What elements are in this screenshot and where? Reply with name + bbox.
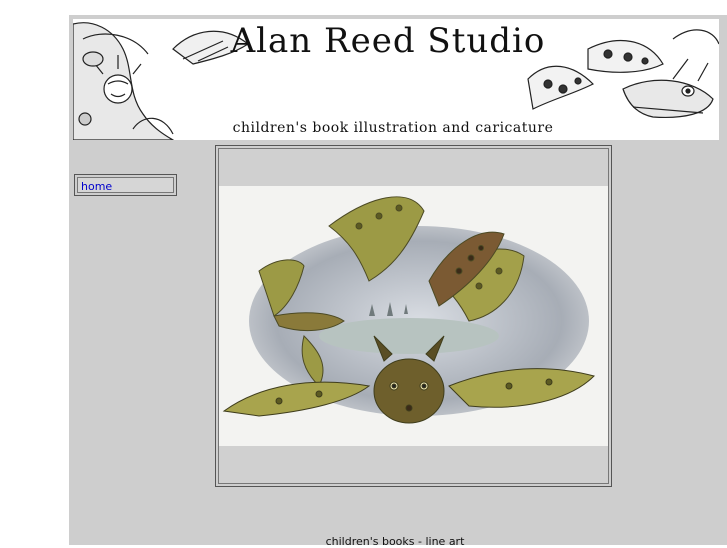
site-banner: Alan Reed Studio children's book illustr… [73,19,719,140]
site-title: Alan Reed Studio [230,21,546,61]
gallery-caption: children's books - line art [325,535,465,548]
site-subtitle: children's book illustration and caricat… [232,120,554,136]
banner-dragon-illustration [527,29,719,119]
nav-link-home[interactable]: home [81,180,112,193]
dragons-painting [219,186,608,446]
nav-menu-inner: home [77,177,174,193]
flying-dragons-artwork [219,186,608,446]
nav-menu: home [74,174,177,196]
